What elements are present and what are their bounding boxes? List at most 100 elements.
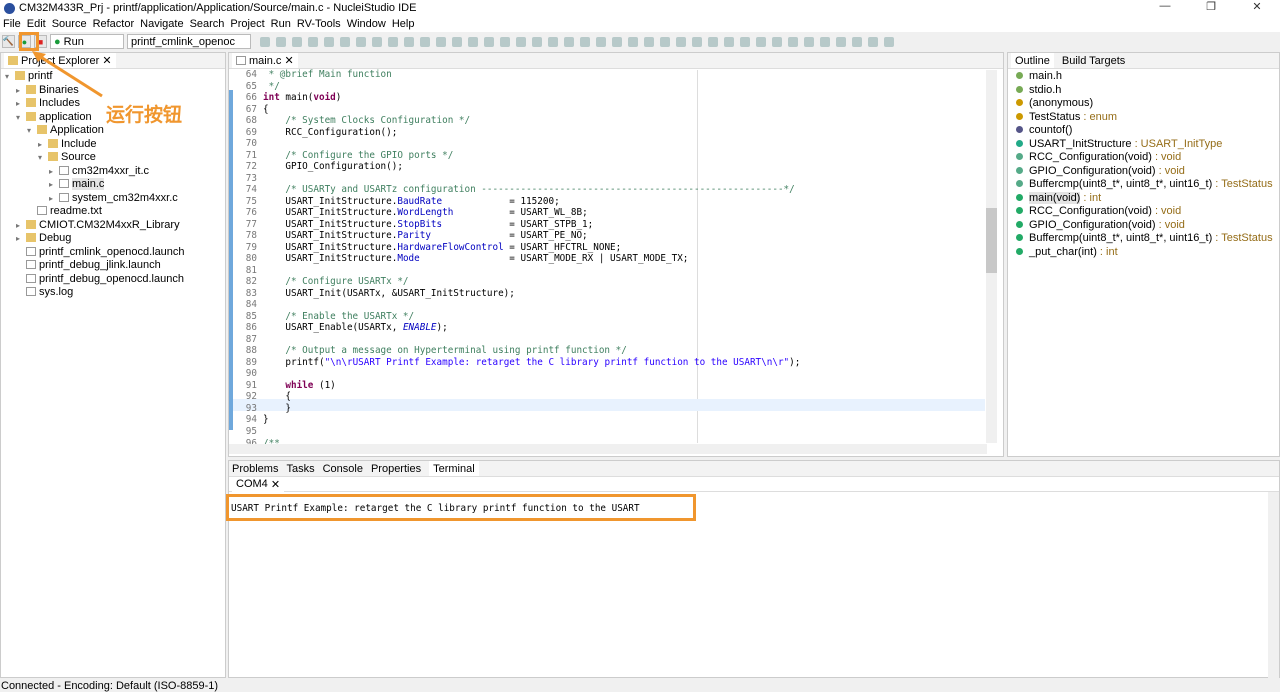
toolbar-action-icon[interactable] [724, 36, 734, 47]
tree-item[interactable]: sys.log [1, 286, 225, 300]
menu-help[interactable]: Help [392, 18, 415, 30]
toolbar-action-icon[interactable] [292, 36, 302, 47]
menu-edit[interactable]: Edit [27, 18, 46, 30]
expand-arrow-icon[interactable]: ▸ [49, 192, 59, 206]
menu-source[interactable]: Source [52, 18, 87, 30]
tree-item[interactable]: readme.txt [1, 205, 225, 219]
build-hammer-icon[interactable]: 🔨 [2, 35, 15, 48]
toolbar-action-icon[interactable] [740, 36, 750, 47]
toolbar-action-icon[interactable] [372, 36, 382, 47]
tab-console[interactable]: Console [323, 463, 363, 475]
launch-config-select[interactable]: printf_cmlink_openoc [127, 34, 251, 49]
expand-arrow-icon[interactable]: ▾ [38, 151, 48, 165]
menu-window[interactable]: Window [347, 18, 386, 30]
tree-item[interactable]: ▸ CMIOT.CM32M4xxR_Library [1, 219, 225, 233]
menu-navigate[interactable]: Navigate [140, 18, 183, 30]
outline-item[interactable]: main.h [1008, 70, 1279, 84]
code-editor[interactable]: 64 * @brief Main function 65 */66 int main… [233, 69, 801, 449]
tree-item[interactable]: ▸ system_cm32m4xxr.c [1, 192, 225, 206]
tab-tasks[interactable]: Tasks [286, 463, 314, 475]
outline-item[interactable]: USART_InitStructure : USART_InitType [1008, 138, 1279, 152]
toolbar-action-icon[interactable] [420, 36, 430, 47]
maximize-button[interactable]: ❐ [1188, 0, 1234, 13]
tree-item[interactable]: ▸ Include [1, 138, 225, 152]
toolbar-action-icon[interactable] [708, 36, 718, 47]
terminal-scrollbar[interactable] [1268, 492, 1279, 678]
menu-rv-tools[interactable]: RV-Tools [297, 18, 341, 30]
tree-item[interactable]: ▾ Source [1, 151, 225, 165]
editor-hscrollbar[interactable] [229, 444, 987, 454]
tree-item[interactable]: printf_debug_jlink.launch [1, 259, 225, 273]
outline-item[interactable]: countof() [1008, 124, 1279, 138]
outline-item[interactable]: Buffercmp(uint8_t*, uint8_t*, uint16_t) … [1008, 178, 1279, 192]
toolbar-action-icon[interactable] [836, 36, 846, 47]
outline-item[interactable]: RCC_Configuration(void) : void [1008, 205, 1279, 219]
toolbar-action-icon[interactable] [612, 36, 622, 47]
expand-arrow-icon[interactable]: ▾ [5, 70, 15, 84]
outline-item[interactable]: main(void) : int [1008, 191, 1279, 206]
tree-item[interactable]: printf_debug_openocd.launch [1, 273, 225, 287]
toolbar-action-icon[interactable] [852, 36, 862, 47]
tab-terminal[interactable]: Terminal [429, 461, 479, 476]
tree-item[interactable]: ▸ Debug [1, 232, 225, 246]
toolbar-action-icon[interactable] [452, 36, 462, 47]
run-mode-select[interactable]: ● Run [50, 34, 124, 49]
tab-build-targets[interactable]: Build Targets [1062, 55, 1125, 67]
editor-vscrollbar[interactable] [986, 70, 997, 443]
toolbar-action-icon[interactable] [820, 36, 830, 47]
menu-search[interactable]: Search [190, 18, 225, 30]
outline-item[interactable]: _put_char(int) : int [1008, 246, 1279, 260]
toolbar-action-icon[interactable] [404, 36, 414, 47]
tab-outline[interactable]: Outline [1011, 53, 1054, 68]
toolbar-action-icon[interactable] [548, 36, 558, 47]
expand-arrow-icon[interactable]: ▾ [16, 111, 26, 125]
minimize-button[interactable]: — [1142, 0, 1188, 13]
expand-arrow-icon[interactable]: ▸ [16, 219, 26, 233]
expand-arrow-icon[interactable]: ▸ [49, 178, 59, 192]
toolbar-action-icon[interactable] [660, 36, 670, 47]
toolbar-action-icon[interactable] [772, 36, 782, 47]
tab-com4[interactable]: COM4 ✕ [232, 476, 285, 492]
toolbar-action-icon[interactable] [468, 36, 478, 47]
expand-arrow-icon[interactable]: ▸ [16, 84, 26, 98]
outline-item[interactable]: RCC_Configuration(void) : void [1008, 151, 1279, 165]
tree-item[interactable]: printf_cmlink_openocd.launch [1, 246, 225, 260]
outline-item[interactable]: TestStatus : enum [1008, 111, 1279, 125]
toolbar-action-icon[interactable] [324, 36, 334, 47]
toolbar-action-icon[interactable] [484, 36, 494, 47]
outline-item[interactable]: GPIO_Configuration(void) : void [1008, 219, 1279, 233]
expand-arrow-icon[interactable]: ▾ [27, 124, 37, 138]
toolbar-action-icon[interactable] [260, 36, 270, 47]
toolbar-action-icon[interactable] [308, 36, 318, 47]
toolbar-action-icon[interactable] [564, 36, 574, 47]
expand-arrow-icon[interactable]: ▸ [16, 97, 26, 111]
toolbar-action-icon[interactable] [436, 36, 446, 47]
toolbar-action-icon[interactable] [676, 36, 686, 47]
close-button[interactable]: ✕ [1234, 0, 1280, 13]
outline-item[interactable]: GPIO_Configuration(void) : void [1008, 165, 1279, 179]
tab-main-c[interactable]: main.c ✕ [232, 53, 298, 68]
toolbar-action-icon[interactable] [356, 36, 366, 47]
toolbar-action-icon[interactable] [868, 36, 878, 47]
tree-item[interactable]: ▸ cm32m4xxr_it.c [1, 165, 225, 179]
toolbar-action-icon[interactable] [596, 36, 606, 47]
toolbar-action-icon[interactable] [516, 36, 526, 47]
expand-arrow-icon[interactable]: ▸ [16, 232, 26, 246]
outline-item[interactable]: (anonymous) [1008, 97, 1279, 111]
toolbar-action-icon[interactable] [788, 36, 798, 47]
toolbar-action-icon[interactable] [644, 36, 654, 47]
toolbar-action-icon[interactable] [628, 36, 638, 47]
outline-item[interactable]: stdio.h [1008, 84, 1279, 98]
expand-arrow-icon[interactable]: ▸ [49, 165, 59, 179]
menu-refactor[interactable]: Refactor [93, 18, 135, 30]
menu-run[interactable]: Run [271, 18, 291, 30]
tab-problems[interactable]: Problems [232, 463, 278, 475]
tab-properties[interactable]: Properties [371, 463, 421, 475]
tree-item[interactable]: ▸ main.c [1, 178, 225, 192]
expand-arrow-icon[interactable]: ▸ [38, 138, 48, 152]
menu-project[interactable]: Project [230, 18, 264, 30]
menu-file[interactable]: File [3, 18, 21, 30]
toolbar-action-icon[interactable] [500, 36, 510, 47]
toolbar-action-icon[interactable] [276, 36, 286, 47]
toolbar-action-icon[interactable] [388, 36, 398, 47]
